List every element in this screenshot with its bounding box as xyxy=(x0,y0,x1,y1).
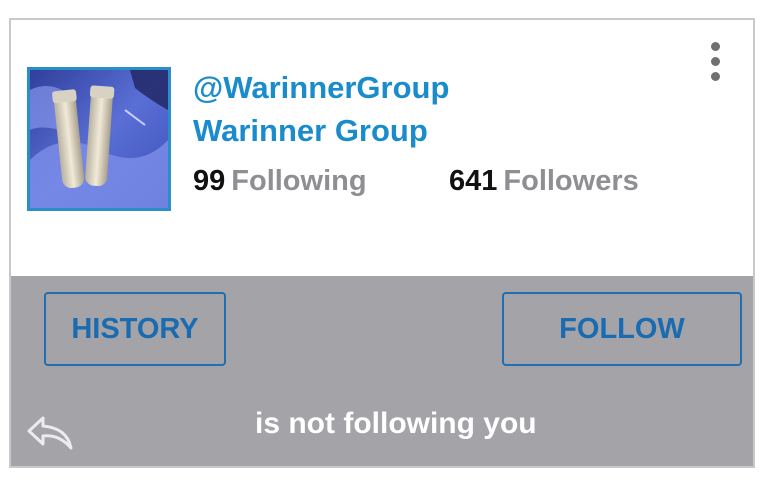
action-panel: HISTORY FOLLOW is not following you xyxy=(11,276,753,466)
menu-dot xyxy=(711,42,720,51)
user-display-name[interactable]: Warinner Group xyxy=(193,113,428,149)
avatar-image xyxy=(30,70,168,208)
profile-header: @WarinnerGroup Warinner Group 99 Followin… xyxy=(11,20,753,276)
user-profile-card: @WarinnerGroup Warinner Group 99 Followin… xyxy=(9,18,755,468)
history-button[interactable]: HISTORY xyxy=(44,292,226,366)
follow-status-text: is not following you xyxy=(255,407,537,440)
followers-label: Followers xyxy=(503,165,639,197)
menu-dot xyxy=(711,57,720,66)
follow-button[interactable]: FOLLOW xyxy=(502,292,742,366)
following-stat[interactable]: 99 Following xyxy=(193,165,367,198)
following-count: 99 xyxy=(193,165,226,197)
avatar[interactable] xyxy=(27,67,171,211)
followers-count: 641 xyxy=(449,165,498,197)
menu-dot xyxy=(711,72,720,81)
reply-arrow-icon[interactable] xyxy=(25,412,77,454)
vertical-ellipsis-icon[interactable] xyxy=(705,40,727,84)
user-handle[interactable]: @WarinnerGroup xyxy=(193,70,449,106)
following-label: Following xyxy=(231,165,367,197)
followers-stat[interactable]: 641 Followers xyxy=(449,165,639,198)
